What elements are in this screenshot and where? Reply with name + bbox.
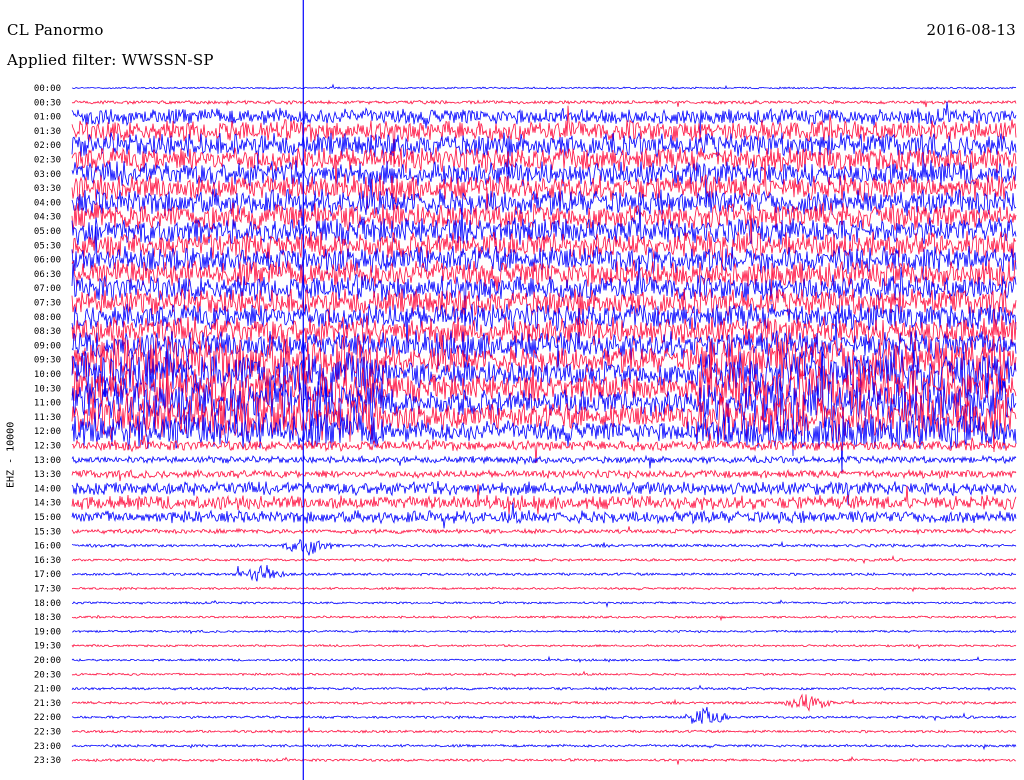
row-time-label: 18:00 — [34, 599, 61, 609]
row-time-label: 05:00 — [34, 227, 61, 237]
row-time-label: 17:00 — [34, 570, 61, 580]
trace-row-1630 — [71, 555, 1017, 565]
trace-row-2000 — [71, 655, 1017, 663]
row-time-label: 21:30 — [34, 699, 61, 709]
trace-row-2330 — [71, 755, 1017, 765]
trace-row-1900 — [71, 629, 1017, 635]
row-time-label: 19:00 — [34, 627, 61, 637]
trace-row-0230 — [71, 147, 1017, 174]
helicorder-plot: 00:00 00:30 01:00 01:30 02:00 02:30 03:00 03:30… — [34, 0, 1017, 780]
row-time-label: 13:30 — [34, 470, 61, 480]
trace-row-0030 — [71, 99, 1017, 108]
trace-row-0000 — [71, 83, 1017, 90]
trace-row-1700 — [71, 564, 1017, 582]
row-time-label: 17:30 — [34, 585, 61, 595]
row-time-label: 05:30 — [34, 241, 61, 251]
row-time-label: 07:30 — [34, 299, 61, 309]
row-time-label: 11:30 — [34, 413, 61, 423]
row-time-label: 15:30 — [34, 527, 61, 537]
row-time-label: 13:00 — [34, 456, 61, 466]
row-time-label: 08:00 — [34, 313, 61, 323]
row-time-label: 09:30 — [34, 356, 61, 366]
row-time-label: 06:00 — [34, 256, 61, 266]
row-time-label: 12:00 — [34, 427, 61, 437]
row-time-label: 02:00 — [34, 141, 61, 151]
row-time-label: 00:00 — [34, 84, 61, 94]
trace-row-1730 — [71, 586, 1017, 593]
trace-row-1530 — [71, 526, 1017, 536]
row-time-label: 23:00 — [34, 742, 61, 752]
row-time-label: 20:30 — [34, 670, 61, 680]
row-time-label: 03:30 — [34, 184, 61, 194]
row-time-label: 03:00 — [34, 170, 61, 180]
trace-row-1300 — [71, 454, 1017, 469]
row-time-label: 22:30 — [34, 728, 61, 738]
row-time-label: 01:00 — [34, 113, 61, 123]
trace-row-1500 — [71, 502, 1017, 529]
row-time-label: 10:00 — [34, 370, 61, 380]
trace-row-1830 — [71, 614, 1017, 622]
trace-row-0200 — [71, 131, 1017, 175]
row-time-label: 19:30 — [34, 642, 61, 652]
trace-row-2100 — [71, 684, 1017, 691]
row-time-label: 08:30 — [34, 327, 61, 337]
row-time-label: 22:00 — [34, 713, 61, 723]
row-time-label: 21:00 — [34, 685, 61, 695]
row-time-label: 20:00 — [34, 656, 61, 666]
row-time-label: 14:00 — [34, 484, 61, 494]
row-time-label: 11:00 — [34, 399, 61, 409]
row-time-label: 04:00 — [34, 198, 61, 208]
row-time-label: 04:30 — [34, 213, 61, 223]
row-time-label: 01:30 — [34, 127, 61, 137]
trace-row-0500 — [71, 203, 1017, 246]
trace-row-1600 — [71, 538, 1017, 556]
trace-row-2130 — [71, 693, 1017, 712]
row-time-label: 10:30 — [34, 384, 61, 394]
row-time-label: 02:30 — [34, 156, 61, 166]
row-time-label: 06:30 — [34, 270, 61, 280]
trace-row-2300 — [71, 743, 1017, 751]
row-time-label: 07:00 — [34, 284, 61, 294]
row-time-label: 23:30 — [34, 756, 61, 766]
row-time-label: 00:30 — [34, 98, 61, 108]
trace-row-0700 — [71, 257, 1017, 332]
trace-row-1330 — [71, 468, 1017, 482]
trace-row-2230 — [71, 726, 1017, 734]
trace-row-2200 — [71, 706, 1017, 724]
row-time-label: 16:30 — [34, 556, 61, 566]
row-time-label: 12:30 — [34, 442, 61, 452]
row-time-label: 16:00 — [34, 542, 61, 552]
trace-row-1930 — [71, 643, 1017, 650]
trace-row-1800 — [72, 599, 1017, 608]
trace-row-2030 — [71, 670, 1017, 678]
row-time-label: 14:30 — [34, 499, 61, 509]
row-time-label: 09:00 — [34, 341, 61, 351]
row-time-label: 15:00 — [34, 513, 61, 523]
row-time-label: 18:30 — [34, 613, 61, 623]
